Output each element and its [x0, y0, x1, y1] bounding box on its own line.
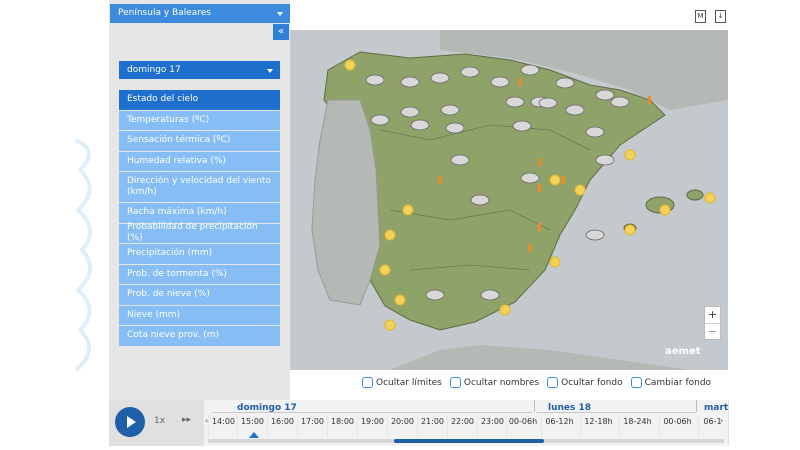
time-cell[interactable]: 22:00 [447, 415, 477, 437]
menu-item-racha[interactable]: Racha máxima (km/h) [119, 203, 280, 224]
day-select[interactable]: domingo 17 [119, 61, 280, 79]
time-cell[interactable]: 18:00 [327, 415, 357, 437]
fast-forward-icon[interactable]: ▸▸ [182, 415, 191, 425]
menu-item-label: Prob. de nieve (%) [127, 289, 210, 300]
menu-item-label: Prob. de tormenta (%) [127, 268, 227, 279]
time-cell[interactable]: 17:00 [297, 415, 327, 437]
timeline-scroll-thumb[interactable] [394, 439, 544, 443]
checkbox-icon[interactable] [630, 377, 642, 388]
speed-selector[interactable]: 1x [154, 416, 165, 426]
day-label: mart [704, 403, 728, 413]
option-label: Ocultar nombres [463, 377, 540, 388]
zoom-out-button[interactable]: − [705, 323, 720, 339]
menu-item-label: Cota nieve prov. (m) [127, 330, 220, 341]
time-cell[interactable]: 16:00 [267, 415, 297, 437]
option-ocultar-nombres[interactable]: Ocultar nombres [449, 377, 540, 388]
chevron-right-icon[interactable]: › [720, 416, 723, 425]
menu-item-label: Temperaturas (ºC) [127, 114, 210, 125]
option-cambiar-fondo[interactable]: Cambiar fondo [630, 377, 712, 388]
zoom-in-button[interactable]: + [705, 307, 720, 323]
time-cell[interactable]: 14:00 [208, 415, 238, 437]
download-icon[interactable]: ↓ [715, 10, 726, 23]
spain-map-svg [290, 30, 728, 370]
menu-item-label: Dirección y velocidad del viento (km/h) [127, 176, 271, 197]
time-cell[interactable]: 18-24h [619, 415, 655, 437]
option-ocultar-limites[interactable]: Ocultar límites [362, 377, 442, 388]
time-cell[interactable]: 21:00 [417, 415, 447, 437]
variable-menu: Estado del cielo Temperaturas (ºC) Sensa… [119, 90, 280, 347]
play-icon [127, 416, 136, 428]
aemet-logo: aemet [665, 346, 701, 357]
aemet-map-viewer: Península y Baleares « domingo 17 Estado… [0, 0, 800, 450]
chevron-down-icon [277, 12, 283, 16]
menu-item-label: Sensación térmica (ºC) [127, 135, 231, 146]
time-cell[interactable]: 23:00 [477, 415, 507, 437]
checkbox-icon[interactable] [547, 377, 559, 388]
menu-item-prob-nieve[interactable]: Prob. de nieve (%) [119, 285, 280, 306]
menu-item-prob-precipitacion[interactable]: Probabilidad de precipitación (%) [119, 222, 280, 244]
wind-watermark-icon [74, 138, 92, 372]
menu-item-label: Estado del cielo [127, 94, 199, 105]
menu-item-humedad[interactable]: Humedad relativa (%) [119, 151, 280, 172]
map-options: Ocultar límites Ocultar nombres Ocultar … [362, 377, 711, 388]
time-strip[interactable]: ‹ domingo 17 lunes 18 mart 14:00 15:00 1… [204, 400, 728, 446]
time-cell[interactable]: 20:00 [387, 415, 417, 437]
menu-item-sensacion-termica[interactable]: Sensación térmica (ºC) [119, 131, 280, 152]
zoom-control: + − [704, 306, 721, 340]
current-time-marker [249, 432, 259, 438]
menu-item-label: Racha máxima (km/h) [127, 207, 227, 218]
time-cell[interactable]: 19:00 [357, 415, 387, 437]
option-label: Cambiar fondo [644, 377, 712, 388]
menu-item-label: Precipitación (mm) [127, 248, 213, 259]
menu-item-nieve[interactable]: Nieve (mm) [119, 305, 280, 326]
menu-item-estado-cielo[interactable]: Estado del cielo [119, 90, 280, 111]
day-label: domingo 17 [237, 403, 297, 413]
play-button[interactable] [115, 407, 145, 437]
time-cell[interactable]: 00-06h [659, 415, 695, 437]
option-ocultar-fondo[interactable]: Ocultar fondo [547, 377, 623, 388]
menu-item-temperaturas[interactable]: Temperaturas (ºC) [119, 110, 280, 131]
option-label: Ocultar fondo [561, 377, 623, 388]
time-cell[interactable]: 06-12h [541, 415, 577, 437]
region-select[interactable]: Península y Baleares [110, 4, 290, 23]
day-select-label: domingo 17 [127, 65, 181, 75]
time-cell[interactable]: 12-18h [580, 415, 616, 437]
menu-item-prob-tormenta[interactable]: Prob. de tormenta (%) [119, 264, 280, 285]
day-label: lunes 18 [548, 403, 592, 413]
menu-item-viento[interactable]: Dirección y velocidad del viento (km/h) [119, 172, 280, 203]
day-separator [696, 400, 697, 412]
menu-item-label: Probabilidad de precipitación (%) [127, 222, 258, 244]
menu-item-label: Nieve (mm) [127, 309, 181, 320]
time-cell[interactable]: 00-06h [506, 415, 539, 437]
menu-item-label: Humedad relativa (%) [127, 155, 226, 166]
menu-item-cota-nieve[interactable]: Cota nieve prov. (m) [119, 326, 280, 347]
option-label: Ocultar límites [376, 377, 442, 388]
map-m-icon[interactable]: M [695, 10, 706, 23]
checkbox-icon[interactable] [362, 377, 373, 388]
weather-map[interactable] [290, 30, 728, 370]
region-select-label: Península y Baleares [118, 8, 211, 18]
checkbox-icon[interactable] [449, 377, 461, 388]
collapse-panel-button[interactable]: « [273, 24, 289, 40]
day-separator [534, 400, 535, 412]
menu-item-precipitacion[interactable]: Precipitación (mm) [119, 244, 280, 265]
map-toolbar [290, 0, 728, 30]
chevron-down-icon [267, 69, 273, 73]
